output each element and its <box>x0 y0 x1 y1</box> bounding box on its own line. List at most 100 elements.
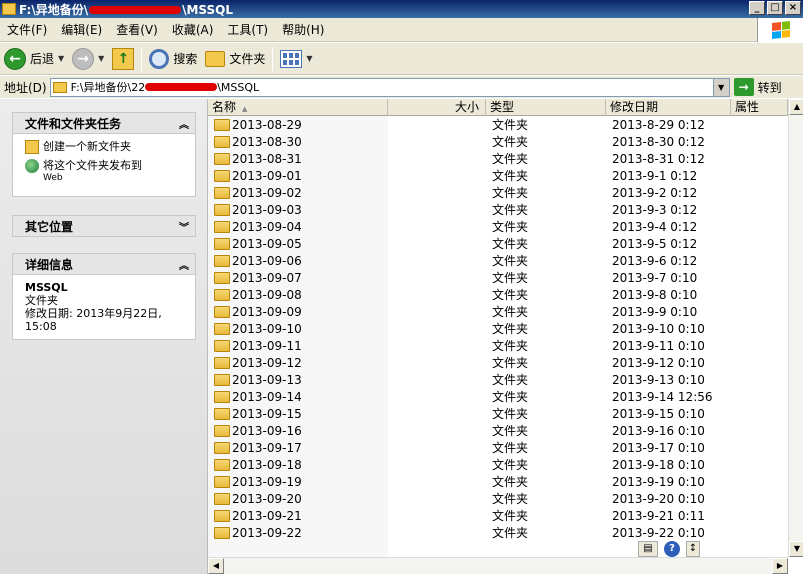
file-name[interactable]: 2013-09-06 <box>208 254 388 268</box>
file-row[interactable]: 2013-09-02 文件夹 2013-9-2 0:12 <box>208 184 788 201</box>
file-name[interactable]: 2013-09-17 <box>208 441 388 455</box>
file-row[interactable]: 2013-09-05 文件夹 2013-9-5 0:12 <box>208 235 788 252</box>
file-name[interactable]: 2013-09-12 <box>208 356 388 370</box>
file-name[interactable]: 2013-09-10 <box>208 322 388 336</box>
file-name[interactable]: 2013-09-20 <box>208 492 388 506</box>
file-name[interactable]: 2013-09-02 <box>208 186 388 200</box>
file-name[interactable]: 2013-09-03 <box>208 203 388 217</box>
column-attributes[interactable]: 属性 <box>731 99 788 116</box>
file-name[interactable]: 2013-08-31 <box>208 152 388 166</box>
file-row[interactable]: 2013-08-31 文件夹 2013-8-31 0:12 <box>208 150 788 167</box>
file-name[interactable]: 2013-09-07 <box>208 271 388 285</box>
column-type[interactable]: 类型 <box>486 99 606 116</box>
back-dropdown-icon[interactable]: ▼ <box>58 54 64 63</box>
file-row[interactable]: 2013-09-16 文件夹 2013-9-16 0:10 <box>208 422 788 439</box>
menu-view[interactable]: 查看(V) <box>109 21 165 38</box>
go-button[interactable]: → 转到 <box>733 78 782 96</box>
file-row[interactable]: 2013-09-01 文件夹 2013-9-1 0:12 <box>208 167 788 184</box>
file-row[interactable]: 2013-09-07 文件夹 2013-9-7 0:10 <box>208 269 788 286</box>
file-name[interactable]: 2013-09-14 <box>208 390 388 404</box>
file-row[interactable]: 2013-09-19 文件夹 2013-9-19 0:10 <box>208 473 788 490</box>
file-row[interactable]: 2013-09-12 文件夹 2013-9-12 0:10 <box>208 354 788 371</box>
file-row[interactable]: 2013-08-29 文件夹 2013-8-29 0:12 <box>208 116 788 133</box>
file-row[interactable]: 2013-09-06 文件夹 2013-9-6 0:12 <box>208 252 788 269</box>
expand-icon[interactable]: ︾ <box>179 219 189 234</box>
forward-button[interactable]: → ▼ <box>68 45 108 73</box>
menu-file[interactable]: 文件(F) <box>0 21 54 38</box>
create-folder-label[interactable]: 创建一个新文件夹 <box>43 140 131 153</box>
forward-dropdown-icon[interactable]: ▼ <box>98 54 104 63</box>
title-bar[interactable]: F:\异地备份\ \MSSQL _ □ × <box>0 0 803 18</box>
file-name[interactable]: 2013-08-29 <box>208 118 388 132</box>
file-row[interactable]: 2013-09-11 文件夹 2013-9-11 0:10 <box>208 337 788 354</box>
file-name[interactable]: 2013-09-05 <box>208 237 388 251</box>
windows-flag-icon <box>771 21 790 39</box>
file-row[interactable]: 2013-09-03 文件夹 2013-9-3 0:12 <box>208 201 788 218</box>
file-name[interactable]: 2013-09-18 <box>208 458 388 472</box>
minimize-button[interactable]: _ <box>749 1 765 15</box>
scroll-left-icon[interactable]: ◀ <box>208 558 224 574</box>
back-button[interactable]: ← 后退 ▼ <box>0 45 68 73</box>
scroll-down-icon[interactable]: ▼ <box>789 541 803 557</box>
folders-button[interactable]: 文件夹 <box>201 45 269 73</box>
file-name[interactable]: 2013-09-19 <box>208 475 388 489</box>
file-row[interactable]: 2013-09-09 文件夹 2013-9-9 0:10 <box>208 303 788 320</box>
menu-help[interactable]: 帮助(H) <box>275 21 331 38</box>
address-dropdown-icon[interactable]: ▼ <box>712 78 729 96</box>
file-name[interactable]: 2013-08-30 <box>208 135 388 149</box>
address-input[interactable]: F:\异地备份\22 \MSSQL ▼ <box>49 77 730 97</box>
expand-arrows-icon[interactable]: ↕ <box>686 541 700 557</box>
file-row[interactable]: 2013-09-15 文件夹 2013-9-15 0:10 <box>208 405 788 422</box>
horizontal-scrollbar[interactable]: ◀ ▶ <box>208 557 788 574</box>
details-header[interactable]: 详细信息 ︽ <box>12 253 196 275</box>
file-name[interactable]: 2013-09-04 <box>208 220 388 234</box>
file-name[interactable]: 2013-09-11 <box>208 339 388 353</box>
column-size[interactable]: 大小 <box>388 99 486 116</box>
file-row[interactable]: 2013-09-21 文件夹 2013-9-21 0:11 <box>208 507 788 524</box>
file-row[interactable]: 2013-09-04 文件夹 2013-9-4 0:12 <box>208 218 788 235</box>
file-row[interactable]: 2013-09-14 文件夹 2013-9-14 12:56 <box>208 388 788 405</box>
views-dropdown-icon[interactable]: ▼ <box>306 54 312 63</box>
publish-web-task[interactable]: 将这个文件夹发布到 Web <box>25 159 189 185</box>
file-tasks-header[interactable]: 文件和文件夹任务 ︽ <box>12 112 196 134</box>
collapse-icon[interactable]: ︽ <box>179 257 189 272</box>
collapse-icon[interactable]: ︽ <box>179 116 189 131</box>
close-button[interactable]: × <box>785 1 801 15</box>
column-name[interactable]: 名称 ▲ <box>208 99 388 116</box>
file-list[interactable]: 名称 ▲ 大小 类型 修改日期 属性 2013-08-29 文件夹 2013-8-29… <box>207 99 803 574</box>
scroll-right-icon[interactable]: ▶ <box>772 558 788 574</box>
file-name[interactable]: 2013-09-09 <box>208 305 388 319</box>
file-type: 文件夹 <box>492 424 529 438</box>
file-row[interactable]: 2013-09-08 文件夹 2013-9-8 0:10 <box>208 286 788 303</box>
file-row[interactable]: 2013-08-30 文件夹 2013-8-30 0:12 <box>208 133 788 150</box>
menu-edit[interactable]: 编辑(E) <box>54 21 109 38</box>
maximize-button[interactable]: □ <box>767 1 783 15</box>
other-places-header[interactable]: 其它位置 ︾ <box>12 215 196 237</box>
vertical-scrollbar[interactable]: ▲ ▼ <box>788 99 803 557</box>
scroll-up-icon[interactable]: ▲ <box>789 99 803 115</box>
menu-favorites[interactable]: 收藏(A) <box>165 21 221 38</box>
file-name[interactable]: 2013-09-15 <box>208 407 388 421</box>
file-name[interactable]: 2013-09-13 <box>208 373 388 387</box>
file-name[interactable]: 2013-09-22 <box>208 526 388 540</box>
up-button[interactable]: ↑ <box>108 45 138 73</box>
file-row[interactable]: 2013-09-18 文件夹 2013-9-18 0:10 <box>208 456 788 473</box>
folder-icon <box>2 3 16 15</box>
menu-tools[interactable]: 工具(T) <box>220 21 275 38</box>
file-name[interactable]: 2013-09-01 <box>208 169 388 183</box>
file-row[interactable]: 2013-09-13 文件夹 2013-9-13 0:10 <box>208 371 788 388</box>
file-name[interactable]: 2013-09-08 <box>208 288 388 302</box>
help-icon[interactable]: ? <box>664 541 680 557</box>
file-row[interactable]: 2013-09-22 文件夹 2013-9-22 0:10 <box>208 524 788 541</box>
print-icon[interactable]: ▤ <box>638 541 658 557</box>
column-date[interactable]: 修改日期 <box>606 99 731 116</box>
views-button[interactable]: ▼ <box>276 45 316 73</box>
file-row[interactable]: 2013-09-20 文件夹 2013-9-20 0:10 <box>208 490 788 507</box>
search-button[interactable]: 搜索 <box>145 45 201 73</box>
publish-label[interactable]: 将这个文件夹发布到 Web <box>43 159 142 185</box>
create-folder-task[interactable]: 创建一个新文件夹 <box>25 140 189 154</box>
file-name[interactable]: 2013-09-16 <box>208 424 388 438</box>
file-row[interactable]: 2013-09-10 文件夹 2013-9-10 0:10 <box>208 320 788 337</box>
file-name[interactable]: 2013-09-21 <box>208 509 388 523</box>
file-row[interactable]: 2013-09-17 文件夹 2013-9-17 0:10 <box>208 439 788 456</box>
